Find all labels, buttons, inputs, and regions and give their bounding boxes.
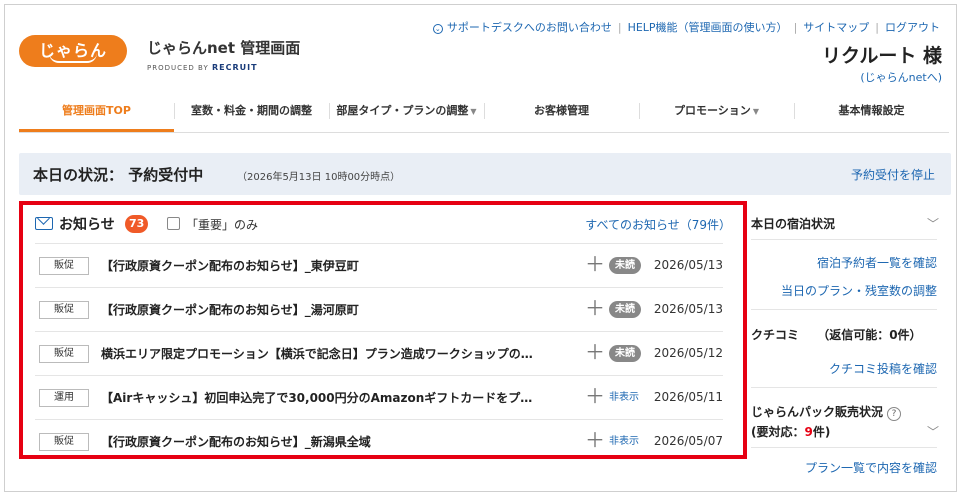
nav-room-types-plans[interactable]: 部屋タイプ・プランの調整 ▼ xyxy=(329,97,484,132)
plus-icon[interactable]: ＋ xyxy=(585,385,605,407)
important-only-checkbox[interactable] xyxy=(167,217,180,230)
nav-rooms-rates[interactable]: 室数・料金・期間の調整 xyxy=(174,97,329,132)
chevron-down-icon[interactable]: ﹀ xyxy=(927,215,939,232)
produced-by: PRODUCED BY RECRUIT xyxy=(147,63,258,72)
sitemap-link[interactable]: サイトマップ xyxy=(803,19,869,35)
notices-title: お知らせ xyxy=(59,217,115,233)
plus-icon[interactable]: ＋ xyxy=(585,341,605,363)
main-nav: 管理画面TOP 室数・料金・期間の調整 部屋タイプ・プランの調整 ▼ お客様管理 … xyxy=(19,97,949,133)
recruit-logo: RECRUIT xyxy=(211,63,258,72)
lodging-status-title[interactable]: 本日の宿泊状況 xyxy=(751,215,835,232)
notice-row[interactable]: 運用 【Airキャッシュ】初回申込完了で30,000円分のAmazonギフトカー… xyxy=(35,375,723,419)
chevron-circle-icon: ⌄ xyxy=(432,24,443,34)
chevron-down-icon[interactable]: ﹀ xyxy=(927,423,939,440)
support-desk-link[interactable]: ⌄ サポートデスクへのお問い合わせ xyxy=(432,19,612,35)
hide-status-link[interactable]: 非表示 xyxy=(609,389,639,406)
caret-down-icon: ▼ xyxy=(752,107,759,116)
all-notices-link[interactable]: すべてのお知らせ（79件） xyxy=(585,216,731,233)
category-badge: 販促 xyxy=(39,345,89,363)
status-title: 本日の状況： 予約受付中 xyxy=(33,166,204,184)
notice-row[interactable]: 販促 【行政原資クーポン配布のお知らせ】_東伊豆町 ＋ 未読 2026/05/1… xyxy=(35,243,723,287)
nav-basic-settings[interactable]: 基本情報設定 xyxy=(794,97,949,132)
notice-date: 2026/05/13 xyxy=(653,302,723,316)
logout-link[interactable]: ログアウト xyxy=(885,19,940,35)
notice-date: 2026/05/12 xyxy=(653,346,723,360)
status-time: （2026年5月13日 10時00分時点） xyxy=(237,172,401,183)
jalan-net-link[interactable]: (じゃらんnetへ) xyxy=(860,69,942,85)
stop-reservations-link[interactable]: 予約受付を停止 xyxy=(851,166,935,183)
user-name: リクルート 様 xyxy=(821,45,942,67)
pack-sales-title: じゃらんパック販売状況? xyxy=(751,403,902,421)
jalan-logo[interactable]: じゃらん xyxy=(19,35,127,67)
review-title: クチコミ （返信可能：0件） xyxy=(751,328,922,342)
plus-icon[interactable]: ＋ xyxy=(585,253,605,275)
notice-title[interactable]: 【行政原資クーポン配布のお知らせ】_湯河原町 xyxy=(101,301,579,318)
help-icon[interactable]: ? xyxy=(887,407,902,421)
app-title: じゃらんnet 管理画面 xyxy=(147,39,301,57)
category-badge: 運用 xyxy=(39,389,89,407)
mail-icon xyxy=(35,217,53,230)
unread-badge: 未読 xyxy=(609,345,641,362)
unread-badge: 未読 xyxy=(609,257,641,274)
plus-icon[interactable]: ＋ xyxy=(585,297,605,319)
guest-list-link[interactable]: 宿泊予約者一覧を確認 xyxy=(817,254,937,271)
notice-title[interactable]: 【行政原資クーポン配布のお知らせ】_新潟県全域 xyxy=(101,433,579,450)
top-links: ⌄ サポートデスクへのお問い合わせ | HELP機能（管理画面の使い方） | サイトマップ… xyxy=(432,19,940,35)
notice-row[interactable]: 販促 【行政原資クーポン配布のお知らせ】_新潟県全域 ＋ 非表示 2026/05… xyxy=(35,419,723,463)
notices-header: お知らせ 73 「重要」のみ すべてのお知らせ（79件） xyxy=(35,213,735,239)
help-link[interactable]: HELP機能（管理画面の使い方） xyxy=(628,19,788,35)
notice-row[interactable]: 販促 横浜エリア限定プロモーション【横浜で記念日】プラン造成ワークショップの… … xyxy=(35,331,723,375)
plan-list-link[interactable]: プラン一覧で内容を確認 xyxy=(805,459,937,476)
notice-title[interactable]: 【Airキャッシュ】初回申込完了で30,000円分のAmazonギフトカードをプ… xyxy=(101,389,579,406)
category-badge: 販促 xyxy=(39,433,89,451)
nav-promotion[interactable]: プロモーション ▼ xyxy=(639,97,794,132)
notice-date: 2026/05/07 xyxy=(653,434,723,448)
status-bar: 本日の状況： 予約受付中 （2026年5月13日 10時00分時点） 予約受付を… xyxy=(19,153,951,195)
notices-count-badge: 73 xyxy=(125,215,149,233)
notice-row[interactable]: 販促 【行政原資クーポン配布のお知らせ】_湯河原町 ＋ 未読 2026/05/1… xyxy=(35,287,723,331)
notice-title[interactable]: 横浜エリア限定プロモーション【横浜で記念日】プラン造成ワークショップの… xyxy=(101,345,579,362)
notice-title[interactable]: 【行政原資クーポン配布のお知らせ】_東伊豆町 xyxy=(101,257,579,274)
important-only-label[interactable]: 「重要」のみ xyxy=(186,216,258,233)
notices-panel: お知らせ 73 「重要」のみ すべてのお知らせ（79件） 販促 【行政原資クーポ… xyxy=(19,201,747,459)
nav-top[interactable]: 管理画面TOP xyxy=(19,97,174,132)
category-badge: 販促 xyxy=(39,301,89,319)
app-window: じゃらん じゃらんnet 管理画面 PRODUCED BY RECRUIT ⌄ サ… xyxy=(4,4,957,492)
notice-date: 2026/05/13 xyxy=(653,258,723,272)
notice-date: 2026/05/11 xyxy=(653,390,723,404)
review-posts-link[interactable]: クチコミ投稿を確認 xyxy=(829,360,937,377)
notices-list: 販促 【行政原資クーポン配布のお知らせ】_東伊豆町 ＋ 未読 2026/05/1… xyxy=(35,243,723,463)
hide-status-link[interactable]: 非表示 xyxy=(609,433,639,450)
plus-icon[interactable]: ＋ xyxy=(585,429,605,451)
review-reply-count: （返信可能：0件） xyxy=(817,328,922,342)
nav-customers[interactable]: お客様管理 xyxy=(484,97,639,132)
category-badge: 販促 xyxy=(39,257,89,275)
caret-down-icon: ▼ xyxy=(470,107,477,116)
side-panel: 本日の宿泊状況 ﹀ 宿泊予約者一覧を確認 当日のプラン・残室数の調整 クチコミ … xyxy=(751,201,951,491)
same-day-plan-link[interactable]: 当日のプラン・残室数の調整 xyxy=(781,282,937,299)
unread-badge: 未読 xyxy=(609,301,641,318)
pack-pending: (要対応：9件) xyxy=(751,425,831,439)
